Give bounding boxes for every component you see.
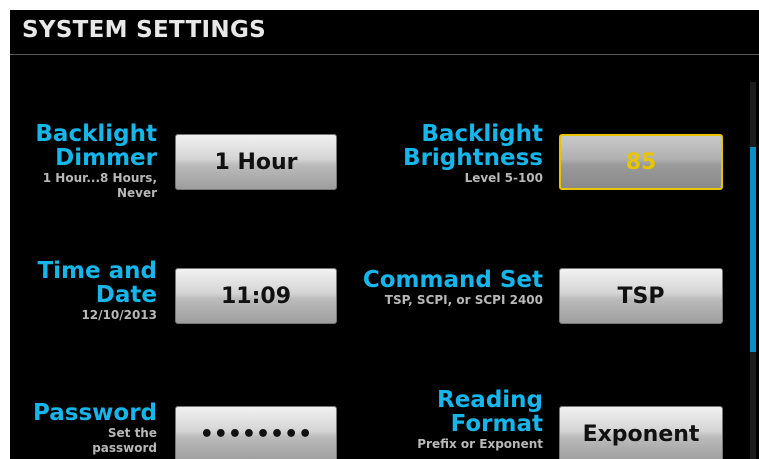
reading-format-hint: Prefix or Exponent [417,437,543,451]
backlight-brightness-button[interactable]: 85 [559,134,723,190]
password-hint-line1: Set the [107,426,157,440]
reading-format-label: Reading Format Prefix or Exponent [310,388,543,451]
reading-format-title-line1: Reading [436,387,543,413]
scrollbar-thumb[interactable] [750,147,756,352]
page-title: SYSTEM SETTINGS [22,17,267,43]
command-set-button[interactable]: TSP [559,268,723,324]
password-title: Password [33,400,157,426]
time-and-date-label: Time and Date 12/10/2013 [10,259,157,322]
backlight-dimmer-hint-line1: 1 Hour...8 Hours, [42,171,157,185]
reading-format-button[interactable]: Exponent [559,406,723,459]
reading-format-title-line2: Format [450,411,543,437]
time-and-date-title-line2: Date [95,282,157,308]
command-set-label: Command Set TSP, SCPI, or SCPI 2400 [310,268,543,307]
title-bar: SYSTEM SETTINGS [10,10,759,55]
backlight-brightness-title-line1: Backlight [421,121,543,147]
backlight-dimmer-title-line2: Dimmer [55,145,157,171]
backlight-brightness-label: Backlight Brightness Level 5-100 [310,122,543,185]
password-label: Password Set the password [10,401,157,455]
time-and-date-date-value: 12/10/2013 [81,308,157,322]
backlight-brightness-hint: Level 5-100 [464,171,543,185]
system-settings-screen: SYSTEM SETTINGS Backlight Dimmer 1 Hour.… [10,10,759,459]
command-set-hint: TSP, SCPI, or SCPI 2400 [384,293,543,307]
backlight-dimmer-label: Backlight Dimmer 1 Hour...8 Hours, Never [10,122,157,200]
scrollbar-track[interactable] [750,82,756,459]
command-set-title: Command Set [362,267,543,293]
backlight-dimmer-title-line1: Backlight [35,121,157,147]
password-hint-line2: password [92,441,157,455]
backlight-dimmer-hint-line2: Never [116,186,157,200]
time-and-date-title-line1: Time and [37,258,157,284]
backlight-brightness-title-line2: Brightness [403,145,543,171]
